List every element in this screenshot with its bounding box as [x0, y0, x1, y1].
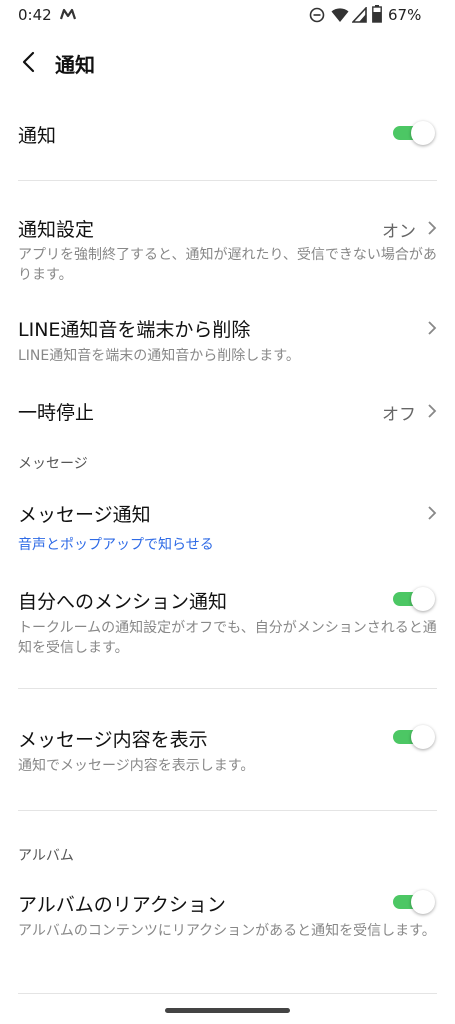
album-reaction-description: アルバムのコンテンツにリアクションがあると通知を受信します。	[18, 923, 436, 939]
notifications-label: 通知	[18, 125, 57, 147]
battery-percent: 67%	[388, 6, 422, 24]
delete-sound-label: LINE通知音を端末から削除	[18, 319, 251, 341]
page-title: 通知	[55, 53, 95, 77]
delete-sound-description: LINE通知音を端末の通知音から削除します。	[18, 348, 300, 364]
album-reaction-row[interactable]: アルバムのリアクション アルバムのコンテンツにリアクションがあると通知を受信しま…	[0, 880, 455, 965]
album-reaction-toggle[interactable]	[393, 890, 435, 914]
pause-label: 一時停止	[18, 402, 95, 424]
notification-settings-row[interactable]: 通知設定 オン アプリを強制終了すると、通知が遅れたり、受信できない場合がありま…	[0, 205, 455, 290]
message-notification-row[interactable]: メッセージ通知 音声とポップアップで知らせる	[0, 490, 455, 560]
notification-settings-value: オン	[382, 222, 416, 242]
notifications-row[interactable]: 通知	[0, 105, 455, 161]
mention-label: 自分へのメンション通知	[18, 591, 228, 613]
toggle-knob	[411, 890, 435, 914]
message-notification-label: メッセージ通知	[18, 504, 151, 526]
show-content-label: メッセージ内容を表示	[18, 729, 208, 751]
divider	[18, 180, 437, 181]
delete-sound-row[interactable]: LINE通知音を端末から削除 LINE通知音を端末の通知音から削除します。	[0, 305, 455, 370]
show-content-toggle[interactable]	[393, 725, 435, 749]
battery-icon	[372, 5, 382, 23]
app-header: 通知	[0, 40, 455, 84]
cell-signal-icon	[352, 7, 367, 23]
mention-row[interactable]: 自分へのメンション通知 トークルームの通知設定がオフでも、自分がメンションされる…	[0, 577, 455, 662]
dnd-icon	[309, 7, 325, 23]
section-header-message: メッセージ	[18, 456, 88, 472]
mention-toggle[interactable]	[393, 587, 435, 611]
divider	[18, 688, 437, 689]
notification-settings-description: アプリを強制終了すると、通知が遅れたり、受信できない場合があります。	[18, 247, 437, 283]
wifi-icon	[331, 8, 349, 22]
message-notification-sublabel: 音声とポップアップで知らせる	[18, 537, 214, 553]
gesture-home-bar[interactable]	[165, 1008, 290, 1013]
notification-settings-label: 通知設定	[18, 219, 95, 241]
divider	[18, 810, 437, 811]
status-bar: 0:42 67%	[0, 0, 455, 32]
app-m-icon	[60, 8, 76, 20]
show-content-row[interactable]: メッセージ内容を表示 通知でメッセージ内容を表示します。	[0, 715, 455, 785]
section-header-album: アルバム	[18, 848, 74, 864]
divider	[18, 993, 437, 994]
notifications-toggle[interactable]	[393, 121, 435, 145]
chevron-right-icon	[428, 506, 437, 520]
toggle-knob	[411, 725, 435, 749]
chevron-right-icon	[428, 221, 437, 235]
toggle-knob	[411, 587, 435, 611]
show-content-description: 通知でメッセージ内容を表示します。	[18, 758, 255, 774]
album-reaction-label: アルバムのリアクション	[18, 894, 226, 916]
chevron-right-icon	[428, 321, 437, 335]
toggle-knob	[411, 121, 435, 145]
chevron-right-icon	[428, 404, 437, 418]
pause-row[interactable]: 一時停止 オフ	[0, 388, 455, 432]
mention-description: トークルームの通知設定がオフでも、自分がメンションされると通知を受信します。	[18, 620, 437, 656]
back-arrow-icon[interactable]	[18, 50, 42, 74]
status-time: 0:42	[18, 6, 52, 24]
pause-value: オフ	[382, 405, 416, 425]
